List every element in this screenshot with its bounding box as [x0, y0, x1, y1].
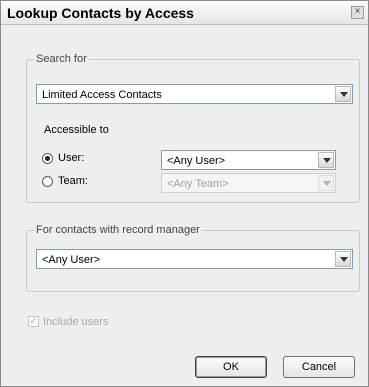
- ok-button[interactable]: OK: [195, 356, 267, 378]
- chevron-down-icon[interactable]: [335, 251, 351, 267]
- team-select-value: <Any Team>: [167, 178, 229, 190]
- search-type-value: Limited Access Contacts: [42, 89, 162, 101]
- record-manager-group: For contacts with record manager <Any Us…: [26, 224, 360, 292]
- record-manager-select[interactable]: <Any User>: [36, 249, 353, 269]
- user-select[interactable]: <Any User>: [161, 150, 336, 170]
- user-radio-label: User:: [58, 152, 85, 164]
- lookup-contacts-dialog: Lookup Contacts by Access × Search for L…: [0, 0, 369, 387]
- record-manager-legend: For contacts with record manager: [34, 224, 202, 236]
- accessible-to-label: Accessible to: [44, 124, 109, 136]
- dialog-title: Lookup Contacts by Access: [7, 5, 194, 21]
- include-users-checkbox[interactable]: ✓: [28, 316, 39, 327]
- include-users-label: Include users: [43, 316, 109, 328]
- record-manager-value: <Any User>: [42, 254, 101, 266]
- title-bar[interactable]: Lookup Contacts by Access ×: [1, 1, 368, 25]
- team-radio[interactable]: [42, 176, 53, 187]
- close-icon[interactable]: ×: [351, 6, 364, 19]
- chevron-down-icon[interactable]: [335, 86, 351, 102]
- user-select-value: <Any User>: [167, 155, 226, 167]
- cancel-button[interactable]: Cancel: [283, 356, 355, 378]
- chevron-down-icon[interactable]: [318, 152, 334, 168]
- user-radio[interactable]: [42, 153, 53, 164]
- team-select[interactable]: <Any Team>: [161, 173, 336, 193]
- search-type-select[interactable]: Limited Access Contacts: [36, 84, 353, 104]
- chevron-down-icon: [318, 175, 334, 191]
- team-radio-label: Team:: [58, 175, 88, 187]
- search-for-group: Search for Limited Access Contacts Acces…: [26, 53, 360, 203]
- search-for-legend: Search for: [34, 53, 89, 65]
